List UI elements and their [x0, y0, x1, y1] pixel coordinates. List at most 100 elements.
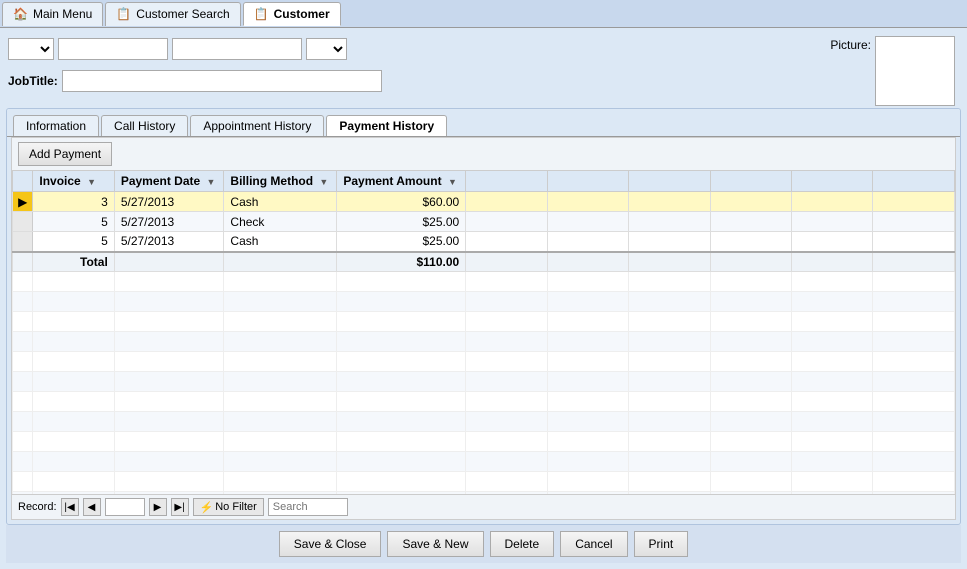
cancel-button[interactable]: Cancel: [560, 531, 627, 557]
empty-date: [114, 412, 224, 432]
customer-header-section: Mr. Ms. Dr. Test Customer Jr. Sr. JobTit…: [6, 34, 961, 108]
empty-amount: [337, 452, 466, 472]
empty-date: [114, 372, 224, 392]
table-header-row: Invoice ▼ Payment Date ▼ Billing Method …: [13, 171, 955, 192]
empty-method: [224, 432, 337, 452]
t-extra-4: [710, 252, 791, 272]
delete-button[interactable]: Delete: [490, 531, 555, 557]
e-extra-3: [629, 412, 710, 432]
method-cell: Check: [224, 212, 337, 232]
date-cell: 5/27/2013: [114, 212, 224, 232]
empty-date: [114, 392, 224, 412]
table-row[interactable]: 5 5/27/2013 Check $25.00: [13, 212, 955, 232]
empty-invoice: [33, 372, 114, 392]
e-extra-1: [466, 372, 547, 392]
e-extra-4: [710, 372, 791, 392]
table-row[interactable]: ▶ 3 5/27/2013 Cash $60.00: [13, 192, 955, 212]
top-tab-bar: 🏠 Main Menu 📋 Customer Search 📋 Customer: [0, 0, 967, 28]
e-extra-5: [791, 452, 872, 472]
empty-date: [114, 432, 224, 452]
tab-payment-history-label: Payment History: [339, 119, 434, 133]
customer-icon: 📋: [254, 7, 269, 21]
nav-last-button[interactable]: ▶|: [171, 498, 189, 516]
save-new-button[interactable]: Save & New: [387, 531, 483, 557]
column-payment-date[interactable]: Payment Date ▼: [114, 171, 224, 192]
row-marker: ▶: [18, 195, 27, 209]
e-extra-4: [710, 392, 791, 412]
empty-amount: [337, 472, 466, 492]
e-extra-2: [547, 312, 628, 332]
table-row[interactable]: 5 5/27/2013 Cash $25.00: [13, 232, 955, 252]
empty-amount: [337, 292, 466, 312]
invoice-sort-icon: ▼: [87, 177, 96, 187]
no-filter-label: No Filter: [215, 501, 257, 513]
e-extra-6: [873, 392, 955, 412]
method-cell: Cash: [224, 232, 337, 252]
e-extra-6: [873, 292, 955, 312]
empty-row: [13, 452, 955, 472]
filter-icon: ⚡: [200, 501, 214, 514]
nav-prev-button[interactable]: ◀: [83, 498, 101, 516]
extra-4: [710, 212, 791, 232]
extra-1: [466, 232, 547, 252]
e-extra-3: [629, 272, 710, 292]
total-method: [224, 252, 337, 272]
add-payment-button[interactable]: Add Payment: [18, 142, 112, 166]
nav-first-button[interactable]: |◀: [61, 498, 79, 516]
nav-next-button[interactable]: ▶: [149, 498, 167, 516]
extra-col-4: [710, 171, 791, 192]
tab-appointment-history[interactable]: Appointment History: [190, 115, 324, 136]
e-extra-2: [547, 392, 628, 412]
column-payment-amount[interactable]: Payment Amount ▼: [337, 171, 466, 192]
column-billing-method[interactable]: Billing Method ▼: [224, 171, 337, 192]
save-close-button[interactable]: Save & Close: [279, 531, 382, 557]
e-extra-5: [791, 372, 872, 392]
date-cell: 5/27/2013: [114, 232, 224, 252]
e-extra-2: [547, 292, 628, 312]
amount-cell: $25.00: [337, 232, 466, 252]
print-button[interactable]: Print: [634, 531, 689, 557]
e-extra-3: [629, 332, 710, 352]
e-extra-2: [547, 372, 628, 392]
suffix-dropdown[interactable]: Jr. Sr.: [306, 38, 347, 60]
form-panel: Information Call History Appointment His…: [6, 108, 961, 525]
row-indicator-header: [13, 171, 33, 192]
e-extra-5: [791, 432, 872, 452]
tab-customer[interactable]: 📋 Customer: [243, 2, 341, 26]
empty-amount: [337, 412, 466, 432]
e-extra-1: [466, 332, 547, 352]
empty-invoice: [33, 292, 114, 312]
e-extra-5: [791, 412, 872, 432]
e-extra-5: [791, 272, 872, 292]
no-filter-button[interactable]: ⚡ No Filter: [193, 498, 264, 516]
extra-4: [710, 232, 791, 252]
method-cell: Cash: [224, 192, 337, 212]
tab-call-history[interactable]: Call History: [101, 115, 188, 136]
extra-5: [791, 192, 872, 212]
last-name-input[interactable]: Customer: [172, 38, 302, 60]
jobtitle-label: JobTitle:: [8, 74, 58, 88]
empty-invoice: [33, 392, 114, 412]
e-extra-2: [547, 472, 628, 492]
empty-row: [13, 332, 955, 352]
empty-row: [13, 392, 955, 412]
picture-label: Picture:: [830, 36, 871, 52]
search-input[interactable]: [268, 498, 348, 516]
record-number-input[interactable]: [105, 498, 145, 516]
jobtitle-input[interactable]: [62, 70, 382, 92]
tab-payment-history[interactable]: Payment History: [326, 115, 447, 136]
total-indicator: [13, 252, 33, 272]
tab-customer-search[interactable]: 📋 Customer Search: [105, 2, 240, 26]
tab-main-menu[interactable]: 🏠 Main Menu: [2, 2, 103, 26]
first-name-input[interactable]: Test: [58, 38, 168, 60]
total-row: Total $110.00: [13, 252, 955, 272]
column-invoice[interactable]: Invoice ▼: [33, 171, 114, 192]
tab-information[interactable]: Information: [13, 115, 99, 136]
e-extra-4: [710, 272, 791, 292]
prefix-dropdown[interactable]: Mr. Ms. Dr.: [8, 38, 54, 60]
e-extra-3: [629, 392, 710, 412]
extra-col-1: [466, 171, 547, 192]
t-extra-2: [547, 252, 628, 272]
empty-invoice: [33, 272, 114, 292]
empty-method: [224, 332, 337, 352]
